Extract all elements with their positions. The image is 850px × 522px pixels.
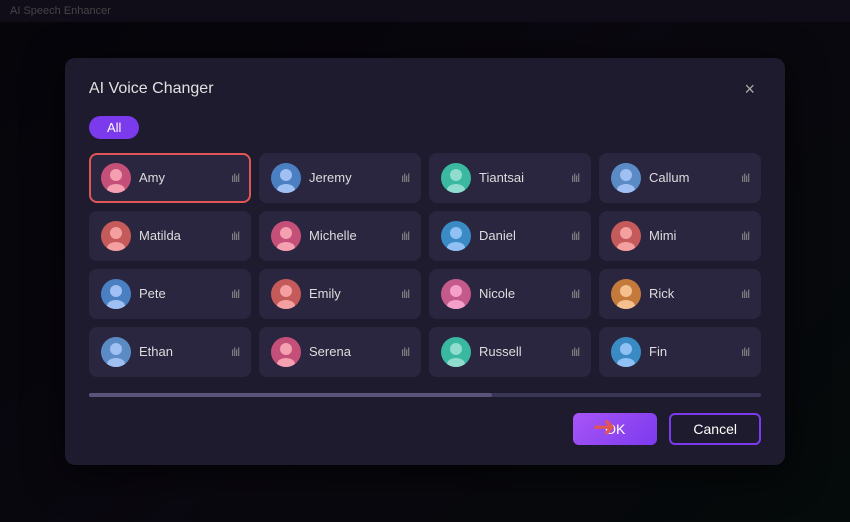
voice-name-matilda: Matilda <box>139 228 223 243</box>
avatar-jeremy <box>271 163 301 193</box>
modal-footer: ➜ OK Cancel <box>89 409 761 445</box>
wave-icon-daniel[interactable]: ılıl <box>571 229 579 243</box>
voice-name-mimi: Mimi <box>649 228 733 243</box>
voice-name-russell: Russell <box>479 344 563 359</box>
voice-card-serena[interactable]: Serena ılıl <box>259 327 421 377</box>
voice-name-tiantsai: Tiantsai <box>479 170 563 185</box>
modal-header: AI Voice Changer × <box>89 78 761 100</box>
wave-icon-mimi[interactable]: ılıl <box>741 229 749 243</box>
scrollbar[interactable] <box>89 393 761 397</box>
voice-card-amy[interactable]: Amyılıl <box>89 153 251 203</box>
wave-icon-tiantsai[interactable]: ılıl <box>571 171 579 185</box>
voice-card-pete[interactable]: Pete ılıl <box>89 269 251 319</box>
avatar-fin <box>611 337 641 367</box>
voice-card-michelle[interactable]: Michelle ılıl <box>259 211 421 261</box>
voice-name-fin: Fin <box>649 344 733 359</box>
voice-card-jeremy[interactable]: Jeremy ılıl <box>259 153 421 203</box>
voice-card-callum[interactable]: Callum ılıl <box>599 153 761 203</box>
filter-bar: All <box>89 116 761 139</box>
wave-icon-fin[interactable]: ılıl <box>741 345 749 359</box>
avatar-matilda <box>101 221 131 251</box>
voice-grid: Amyılıl Jeremyılıl Tiantsaiılıl Callumıl… <box>89 153 761 377</box>
avatar-pete <box>101 279 131 309</box>
avatar-amy <box>101 163 131 193</box>
voice-card-russell[interactable]: Russell ılıl <box>429 327 591 377</box>
avatar-serena <box>271 337 301 367</box>
avatar-callum <box>611 163 641 193</box>
wave-icon-rick[interactable]: ılıl <box>741 287 749 301</box>
voice-card-mimi[interactable]: Mimi ılıl <box>599 211 761 261</box>
wave-icon-matilda[interactable]: ılıl <box>231 229 239 243</box>
filter-all-button[interactable]: All <box>89 116 139 139</box>
wave-icon-russell[interactable]: ılıl <box>571 345 579 359</box>
voice-card-tiantsai[interactable]: Tiantsai ılıl <box>429 153 591 203</box>
avatar-nicole <box>441 279 471 309</box>
avatar-rick <box>611 279 641 309</box>
wave-icon-pete[interactable]: ılıl <box>231 287 239 301</box>
voice-name-rick: Rick <box>649 286 733 301</box>
avatar-daniel <box>441 221 471 251</box>
cancel-button[interactable]: Cancel <box>669 413 761 445</box>
voice-card-matilda[interactable]: Matilda ılıl <box>89 211 251 261</box>
avatar-michelle <box>271 221 301 251</box>
voice-name-daniel: Daniel <box>479 228 563 243</box>
avatar-ethan <box>101 337 131 367</box>
wave-icon-jeremy[interactable]: ılıl <box>401 171 409 185</box>
voice-card-nicole[interactable]: Nicole ılıl <box>429 269 591 319</box>
voice-name-emily: Emily <box>309 286 393 301</box>
wave-icon-amy[interactable]: ılıl <box>231 171 239 185</box>
wave-icon-michelle[interactable]: ılıl <box>401 229 409 243</box>
modal-overlay: AI Voice Changer × All Amyılıl Jeremyılı… <box>0 0 850 522</box>
avatar-tiantsai <box>441 163 471 193</box>
voice-card-emily[interactable]: Emily ılıl <box>259 269 421 319</box>
voice-name-michelle: Michelle <box>309 228 393 243</box>
voice-name-callum: Callum <box>649 170 733 185</box>
voice-name-ethan: Ethan <box>139 344 223 359</box>
arrow-indicator: ➜ <box>593 413 616 441</box>
voice-name-serena: Serena <box>309 344 393 359</box>
voice-card-fin[interactable]: Finılıl <box>599 327 761 377</box>
wave-icon-ethan[interactable]: ılıl <box>231 345 239 359</box>
modal-title: AI Voice Changer <box>89 80 214 98</box>
avatar-mimi <box>611 221 641 251</box>
wave-icon-callum[interactable]: ılıl <box>741 171 749 185</box>
wave-icon-serena[interactable]: ılıl <box>401 345 409 359</box>
wave-icon-emily[interactable]: ılıl <box>401 287 409 301</box>
close-button[interactable]: × <box>738 78 761 100</box>
modal: AI Voice Changer × All Amyılıl Jeremyılı… <box>65 58 785 465</box>
avatar-emily <box>271 279 301 309</box>
voice-name-jeremy: Jeremy <box>309 170 393 185</box>
wave-icon-nicole[interactable]: ılıl <box>571 287 579 301</box>
voice-card-daniel[interactable]: Daniel ılıl <box>429 211 591 261</box>
voice-card-rick[interactable]: Rick ılıl <box>599 269 761 319</box>
voice-name-amy: Amy <box>139 170 223 185</box>
voice-card-ethan[interactable]: Ethan ılıl <box>89 327 251 377</box>
avatar-russell <box>441 337 471 367</box>
voice-name-pete: Pete <box>139 286 223 301</box>
voice-name-nicole: Nicole <box>479 286 563 301</box>
scrollbar-thumb <box>89 393 492 397</box>
